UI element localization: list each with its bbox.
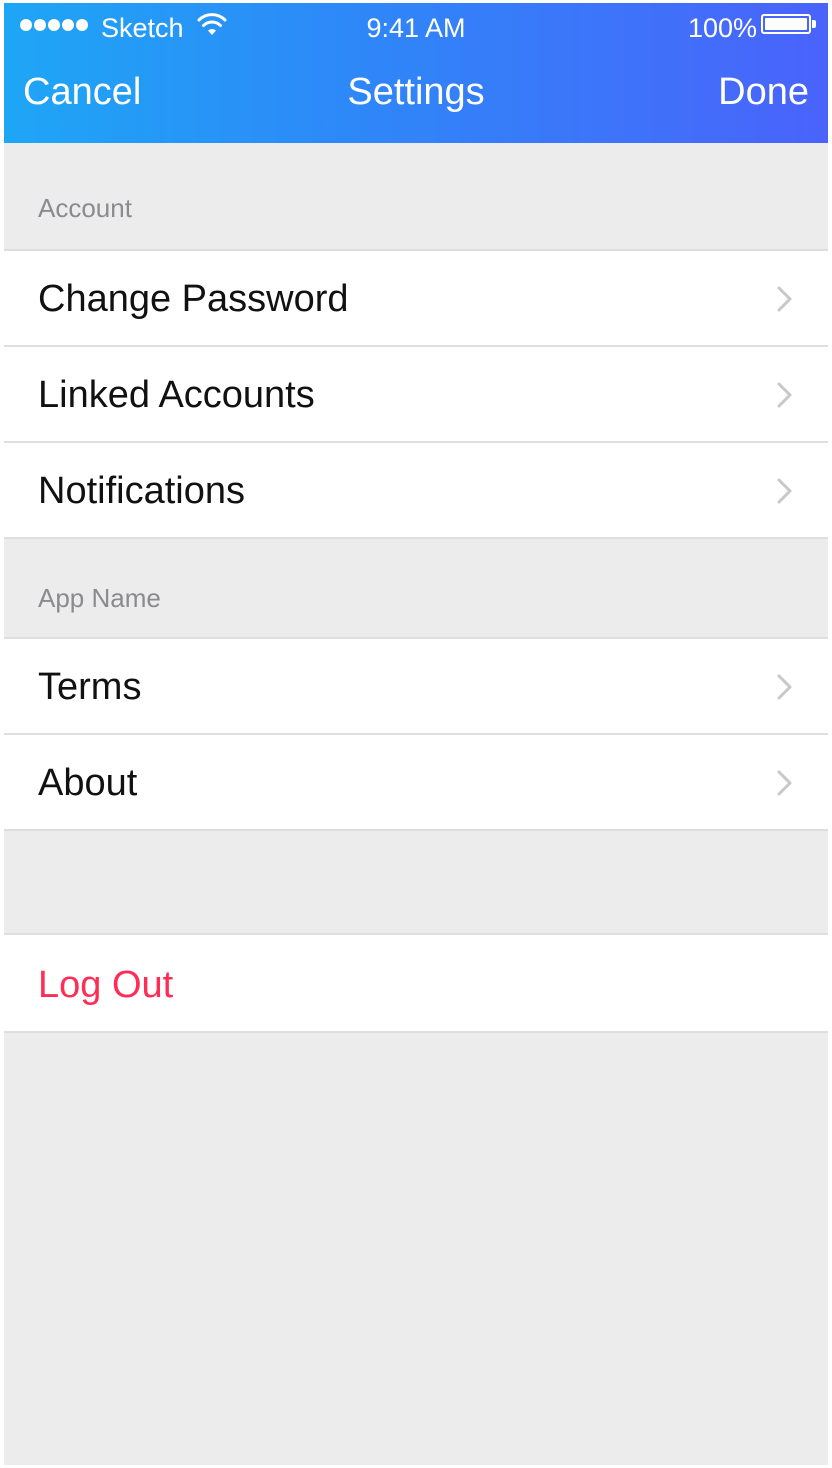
- battery-tip: [812, 20, 816, 28]
- chevron-right-icon: [777, 674, 792, 700]
- settings-row-notifications[interactable]: Notifications: [4, 441, 828, 539]
- settings-row-change-password[interactable]: Change Password: [4, 249, 828, 345]
- settings-row-about[interactable]: About: [4, 733, 828, 831]
- battery-icon: [761, 14, 811, 34]
- logout-label: Log Out: [38, 964, 174, 1006]
- row-label: Notifications: [38, 470, 245, 512]
- row-label: Linked Accounts: [38, 374, 315, 416]
- chevron-right-icon: [777, 478, 792, 504]
- row-label: About: [38, 762, 138, 804]
- status-bar: Sketch 9:41 AM 100%: [4, 3, 828, 51]
- section-header-label: App Name: [38, 583, 161, 613]
- battery-percent: 100%: [688, 13, 758, 43]
- row-label: Change Password: [38, 278, 349, 320]
- settings-row-linked-accounts[interactable]: Linked Accounts: [4, 345, 828, 441]
- chevron-right-icon: [777, 382, 792, 408]
- section-header-label: Account: [38, 193, 132, 223]
- row-label: Terms: [38, 666, 142, 708]
- page-title: Settings: [347, 71, 485, 113]
- chevron-right-icon: [777, 286, 792, 312]
- done-button[interactable]: Done: [718, 69, 809, 115]
- chevron-right-icon: [777, 770, 792, 796]
- settings-screen: Sketch 9:41 AM 100% Cancel Settings Done…: [4, 3, 828, 1465]
- settings-row-terms[interactable]: Terms: [4, 637, 828, 733]
- logout-button[interactable]: Log Out: [4, 933, 828, 1033]
- section-header-account: Account: [4, 143, 828, 249]
- header: Sketch 9:41 AM 100% Cancel Settings Done: [4, 3, 828, 143]
- section-header-app-name: App Name: [4, 539, 828, 637]
